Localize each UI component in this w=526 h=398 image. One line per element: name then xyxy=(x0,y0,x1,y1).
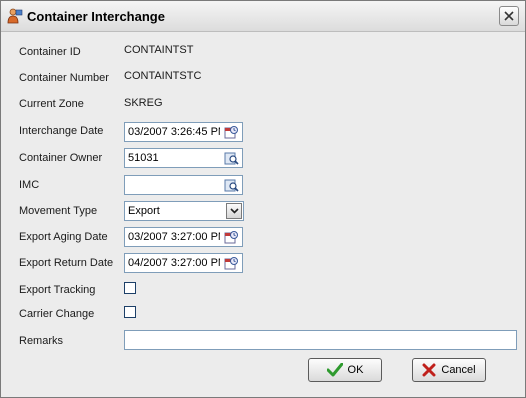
export-return-date-value: 04/2007 3:27:00 PM xyxy=(128,257,220,269)
export-aging-date-value: 03/2007 3:27:00 PM xyxy=(128,231,220,243)
container-id-label: Container ID xyxy=(19,46,81,58)
interchange-date-label: Interchange Date xyxy=(19,125,104,137)
x-icon xyxy=(422,363,436,377)
cancel-button-label: Cancel xyxy=(441,364,476,376)
calendar-icon[interactable] xyxy=(224,230,239,245)
imc-label: IMC xyxy=(19,179,40,191)
interchange-date-value: 03/2007 3:26:45 PM xyxy=(128,126,220,138)
export-return-date-field[interactable]: 04/2007 3:27:00 PM xyxy=(124,253,243,273)
movement-type-select[interactable]: Export xyxy=(124,201,244,221)
export-tracking-checkbox[interactable] xyxy=(124,282,136,294)
current-zone-label: Current Zone xyxy=(19,98,84,110)
window-title: Container Interchange xyxy=(27,9,165,24)
carrier-change-label: Carrier Change xyxy=(19,308,95,320)
close-icon xyxy=(504,11,514,21)
export-aging-date-label: Export Aging Date xyxy=(19,231,108,243)
ok-button[interactable]: OK xyxy=(308,358,382,382)
cancel-button[interactable]: Cancel xyxy=(412,358,486,382)
carrier-change-checkbox[interactable] xyxy=(124,306,136,318)
chevron-down-icon xyxy=(229,208,239,214)
container-owner-value: 51031 xyxy=(128,152,159,164)
calendar-icon[interactable] xyxy=(224,256,239,271)
ok-button-label: OK xyxy=(347,364,364,376)
close-button[interactable] xyxy=(499,6,519,26)
current-zone-value: SKREG xyxy=(124,97,163,109)
dialog-window: Container Interchange Container ID CONTA… xyxy=(0,0,526,398)
container-owner-field[interactable]: 51031 xyxy=(124,148,243,168)
lookup-icon[interactable] xyxy=(224,151,239,166)
container-number-value: CONTAINTSTC xyxy=(124,70,202,82)
movement-type-value: Export xyxy=(128,205,160,217)
remarks-label: Remarks xyxy=(19,335,64,347)
container-number-label: Container Number xyxy=(19,72,109,84)
interchange-date-field[interactable]: 03/2007 3:26:45 PM xyxy=(124,122,243,142)
remarks-field[interactable] xyxy=(124,330,517,350)
movement-type-dropdown-button[interactable] xyxy=(226,203,242,219)
app-person-icon xyxy=(7,8,23,24)
checkmark-icon xyxy=(326,363,343,377)
export-tracking-label: Export Tracking xyxy=(19,284,96,296)
movement-type-label: Movement Type xyxy=(19,205,98,217)
container-owner-label: Container Owner xyxy=(19,152,103,164)
lookup-icon[interactable] xyxy=(224,178,239,193)
calendar-icon[interactable] xyxy=(224,125,239,140)
container-id-value: CONTAINTST xyxy=(124,44,194,56)
export-return-date-label: Export Return Date xyxy=(19,257,114,269)
imc-field[interactable] xyxy=(124,175,243,195)
export-aging-date-field[interactable]: 03/2007 3:27:00 PM xyxy=(124,227,243,247)
title-bar[interactable]: Container Interchange xyxy=(1,1,525,32)
